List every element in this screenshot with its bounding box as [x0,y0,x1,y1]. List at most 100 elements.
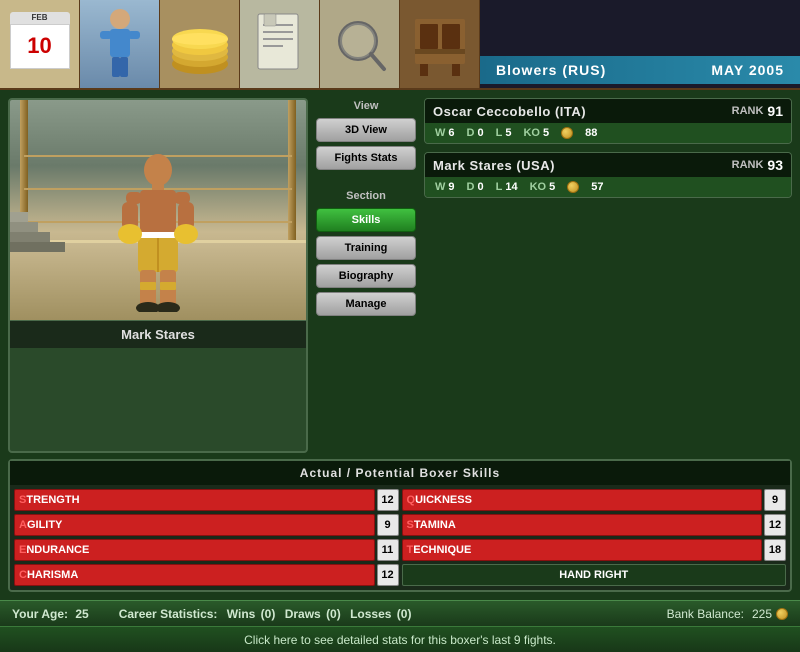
opponent-header-1: Oscar Ceccobello (ITA) RANK 91 [425,99,791,123]
losses-value: (0) [397,607,412,621]
ko-label: KO [523,127,540,139]
skill-row-endurance: ENDURANCE 11 [14,539,399,561]
skill-name-hand: HAND RIGHT [407,569,782,581]
btn-fights-stats[interactable]: Fights Stats [316,146,416,170]
skill-value-charisma: 12 [377,564,399,586]
nav-calendar[interactable]: FEB 10 [0,0,80,88]
wins-label: Wins [227,607,256,621]
opponent-name-2: Mark Stares (USA) [433,158,555,173]
career-label: Career Statistics: [119,607,218,621]
calendar-month: FEB [10,12,70,24]
skill-name-charisma: CHARISMA [19,569,370,581]
bank-value: 225 [752,607,772,621]
boxer-icon [95,9,145,79]
d-val-2: 0 [477,181,483,193]
top-nav: FEB 10 [0,0,800,90]
skills-header: Actual / Potential Boxer Skills [10,461,790,485]
skill-value-technique: 18 [764,539,786,561]
nav-title-area: Blowers (RUS) MAY 2005 [480,0,800,88]
coins-val-2: 57 [591,181,603,193]
skill-bar-agility: AGILITY [14,514,375,536]
bank-coin-icon [776,608,788,620]
skill-bar-quickness: QUICKNESS [402,489,763,511]
age-display: Your Age: 25 [12,607,89,621]
search-icon [330,9,390,79]
l-label-2: L [496,181,503,193]
skill-row-strength: STRENGTH 12 [14,489,399,511]
wins-value: (0) [261,607,276,621]
content-area: Mark Stares View 3D View Fights Stats Se… [8,98,792,453]
w-label: W [435,127,445,139]
furniture-icon [410,9,470,79]
rank-badge-2: RANK 93 [732,157,783,173]
status-bar: Your Age: 25 Career Statistics: Wins (0)… [0,600,800,626]
skill-value-agility: 9 [377,514,399,536]
skill-name-agility: AGILITY [19,519,370,531]
bank-balance: Bank Balance: 225 [667,607,788,621]
opponent-name-1: Oscar Ceccobello (ITA) [433,104,586,119]
bank-label: Bank Balance: [667,607,744,621]
skill-bar-endurance: ENDURANCE [14,539,375,561]
stairs-icon [10,212,65,252]
documents-icon [250,9,310,79]
info-bar[interactable]: Click here to see detailed stats for thi… [0,626,800,652]
nav-title-bar: Blowers (RUS) MAY 2005 [480,56,800,84]
skill-name-strength: STRENGTH [19,494,370,506]
btn-skills[interactable]: Skills [316,208,416,232]
skill-value-endurance: 11 [377,539,399,561]
coins-val-1: 88 [585,127,597,139]
nav-player-name: Blowers (RUS) [496,62,606,78]
skill-bar-charisma: CHARISMA [14,564,375,586]
w-val-1: 6 [448,127,454,139]
opponent-header-2: Mark Stares (USA) RANK 93 [425,153,791,177]
skill-row-technique: TECHNIQUE 18 [402,539,787,561]
nav-documents[interactable] [240,0,320,88]
opponent-area: Oscar Ceccobello (ITA) RANK 91 W6 D0 L5 … [424,98,792,453]
skills-grid: STRENGTH 12 QUICKNESS 9 AGILITY 9 [10,485,790,590]
age-value: 25 [75,607,88,621]
nav-search[interactable] [320,0,400,88]
nav-furniture[interactable] [400,0,480,88]
skills-area: Actual / Potential Boxer Skills STRENGTH… [8,459,792,592]
ko-val-1: 5 [543,127,549,139]
nav-date: MAY 2005 [711,62,784,78]
coin-icon-2 [567,181,579,193]
draws-value: (0) [326,607,341,621]
rank-value-2: 93 [767,157,783,173]
opponent-stats-2: W9 D0 L14 KO5 57 [425,177,791,197]
btn-manage[interactable]: Manage [316,292,416,316]
coin-icon-1 [561,127,573,139]
skill-bar-technique: TECHNIQUE [402,539,763,561]
nav-coins[interactable] [160,0,240,88]
d-label-2: D [467,181,475,193]
d-label: D [467,127,475,139]
skill-value-strength: 12 [377,489,399,511]
coins-icon [165,9,235,79]
controls-panel: View 3D View Fights Stats Section Skills… [316,98,416,453]
btn-training[interactable]: Training [316,236,416,260]
skill-row-hand: HAND RIGHT [402,564,787,586]
view-label: View [316,98,416,114]
skill-row-charisma: CHARISMA 12 [14,564,399,586]
calendar-day: 10 [10,24,70,69]
opponent-card-1: Oscar Ceccobello (ITA) RANK 91 W6 D0 L5 … [424,98,792,144]
boxer-figure [118,152,198,312]
l-val-1: 5 [505,127,511,139]
d-val-1: 0 [477,127,483,139]
career-stats: Career Statistics: Wins (0) Draws (0) Lo… [119,607,412,621]
rank-label-2: RANK [732,159,764,171]
main-content: Mark Stares View 3D View Fights Stats Se… [0,90,800,600]
ko-val-2: 5 [549,181,555,193]
opponent-stats-1: W6 D0 L5 KO5 88 [425,123,791,143]
boxer-name-label: Mark Stares [10,320,306,348]
rank-value-1: 91 [767,103,783,119]
btn-3d-view[interactable]: 3D View [316,118,416,142]
l-label: L [496,127,503,139]
skill-name-stamina: STAMINA [407,519,758,531]
nav-boxer[interactable] [80,0,160,88]
skill-name-endurance: ENDURANCE [19,544,370,556]
btn-biography[interactable]: Biography [316,264,416,288]
skill-name-technique: TECHNIQUE [407,544,758,556]
losses-label: Losses [350,607,391,621]
rank-badge-1: RANK 91 [732,103,783,119]
